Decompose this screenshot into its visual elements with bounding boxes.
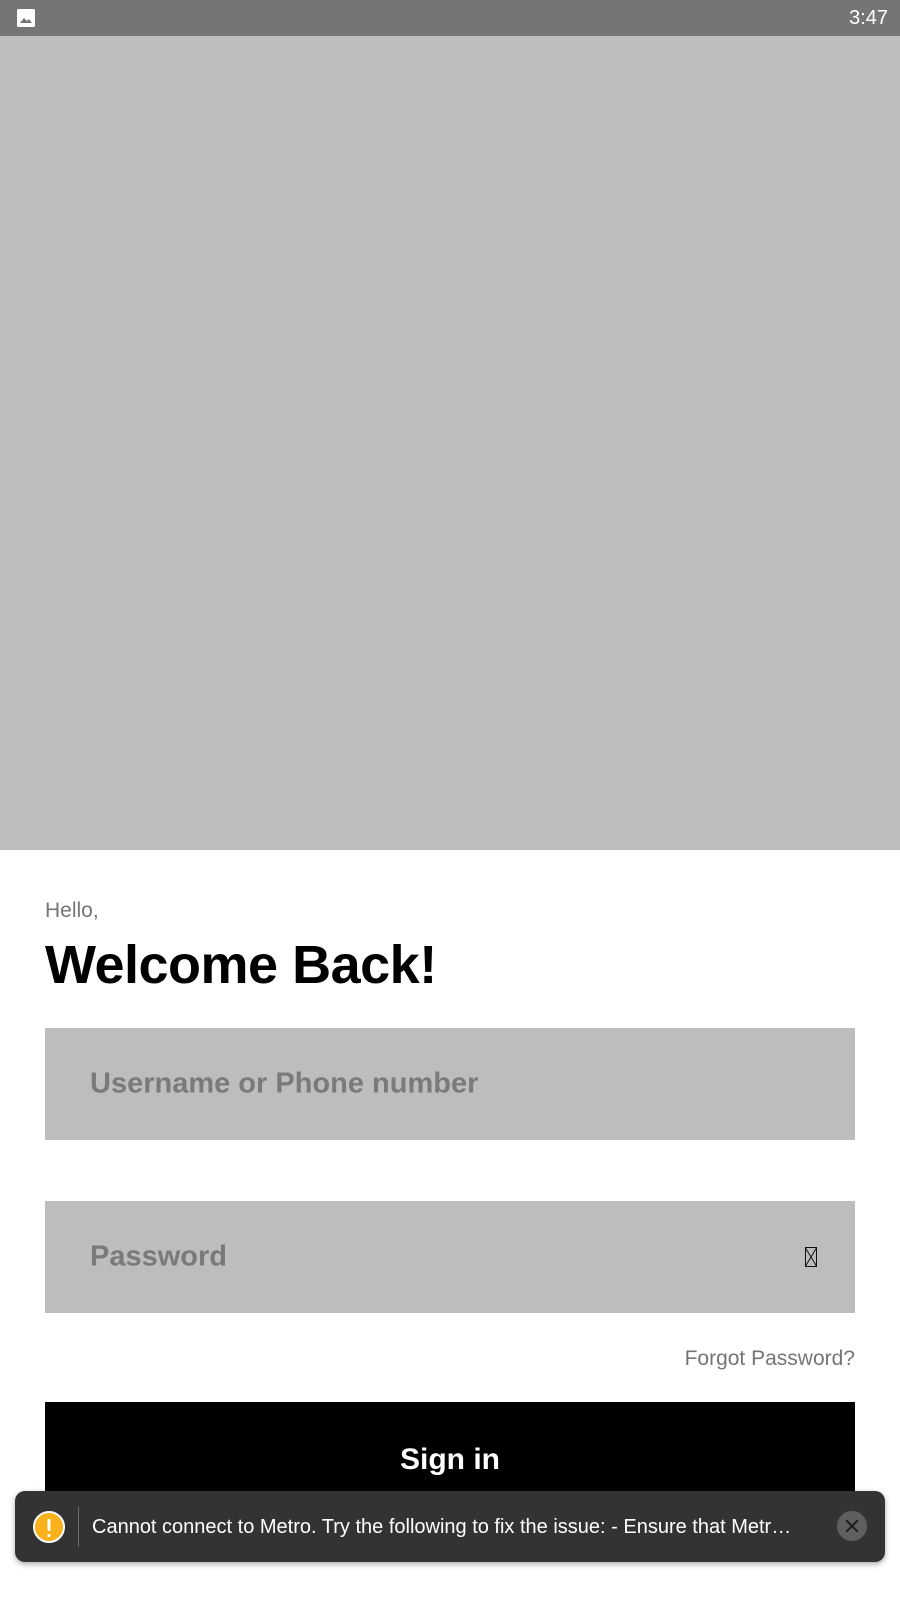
page-title: Welcome Back! (45, 935, 437, 995)
password-placeholder: Password (90, 1240, 227, 1273)
username-placeholder: Username or Phone number (90, 1067, 479, 1100)
username-field[interactable]: Username or Phone number (45, 1028, 855, 1140)
toast-divider (78, 1507, 79, 1547)
status-bar: 3:47 (0, 0, 900, 36)
eye-toggle-icon[interactable] (805, 1247, 817, 1267)
warning-icon (33, 1511, 65, 1543)
close-icon[interactable] (837, 1511, 867, 1541)
toast-message: Cannot connect to Metro. Try the followi… (92, 1516, 792, 1538)
password-field[interactable]: Password (45, 1201, 855, 1313)
image-icon (17, 9, 35, 27)
status-time: 3:47 (849, 7, 888, 29)
forgot-password-link[interactable]: Forgot Password? (685, 1346, 855, 1372)
hero-image-placeholder (0, 36, 900, 850)
error-toast[interactable]: Cannot connect to Metro. Try the followi… (15, 1491, 885, 1562)
greeting-text: Hello, (45, 899, 99, 922)
sign-in-label: Sign in (400, 1443, 500, 1476)
